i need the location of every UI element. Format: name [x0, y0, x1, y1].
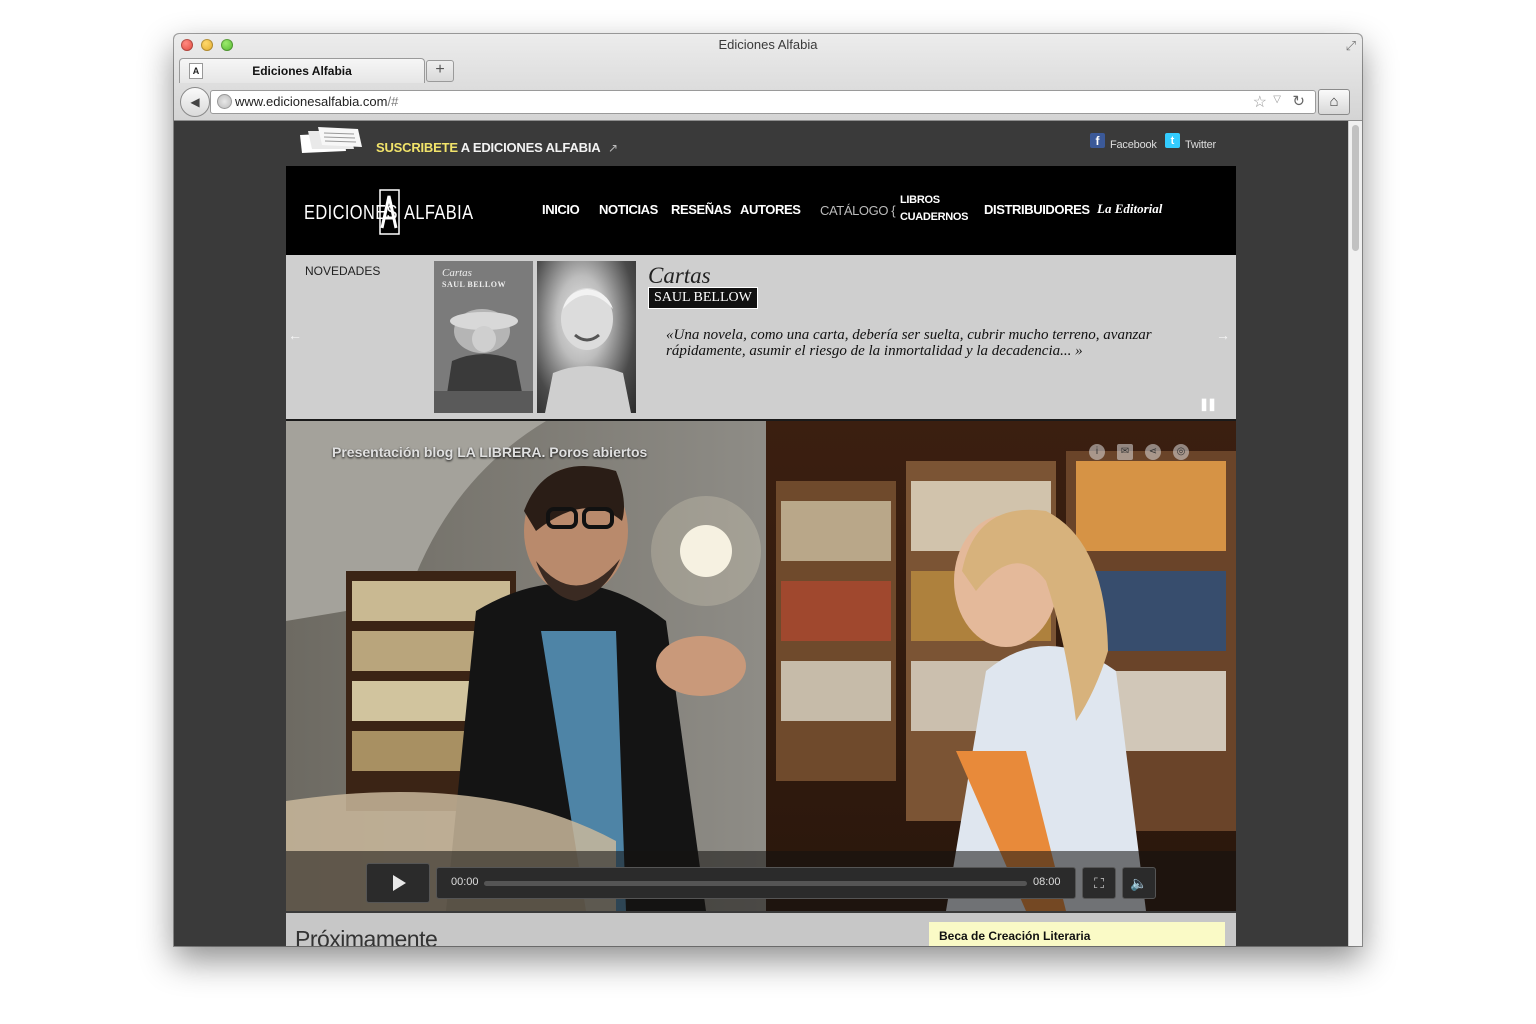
book-title[interactable]: Cartas	[648, 263, 711, 289]
browser-tab[interactable]: A Ediciones Alfabia	[179, 58, 425, 83]
slider-next-arrow-icon[interactable]: →	[1216, 327, 1230, 343]
newspaper-icon	[300, 127, 362, 153]
address-bar[interactable]: www.edicionesalfabia.com/# ☆ ▽ ↻	[210, 90, 1316, 114]
pause-icon[interactable]: ❚❚	[1199, 397, 1217, 411]
slider-prev-arrow-icon[interactable]: ←	[288, 327, 302, 343]
url-text[interactable]: www.edicionesalfabia.com/#	[235, 94, 398, 109]
video-frame	[286, 421, 1236, 911]
share-icon[interactable]: ⋖	[1145, 444, 1161, 460]
site-logo[interactable]: EDICIONES ALFABIA	[304, 180, 473, 240]
book-cover[interactable]: Cartas SAUL BELLOW	[434, 261, 533, 413]
play-icon	[393, 875, 406, 891]
page-scrollbar[interactable]	[1348, 121, 1362, 946]
seek-bar[interactable]: 00:00 08:00	[436, 867, 1076, 899]
url-path: /#	[387, 94, 399, 109]
current-time: 00:00	[451, 876, 479, 888]
subscribe-link[interactable]: SUSCRIBETE A EDICIONES ALFABIA	[376, 140, 601, 155]
nav-cuadernos[interactable]: CUADERNOS	[900, 211, 969, 223]
novedades-label: NOVEDADES	[305, 264, 381, 278]
twitter-link[interactable]: Twitter	[1185, 139, 1216, 151]
external-link-icon: ↗	[608, 141, 619, 155]
nav-catalogo[interactable]: CATÁLOGO {	[820, 203, 896, 218]
play-button[interactable]	[366, 863, 430, 903]
book-author: SAUL BELLOW	[648, 287, 758, 309]
page-viewport: SUSCRIBETE A EDICIONES ALFABIA ↗ f Faceb…	[174, 121, 1348, 946]
back-button[interactable]: ◀	[180, 87, 210, 117]
window-title: Ediciones Alfabia	[718, 37, 818, 52]
book-quote: «Una novela, como una carta, debería ser…	[666, 327, 1152, 359]
beca-label: Beca de Creación Literaria	[939, 929, 1091, 943]
author-photo	[537, 261, 636, 413]
section-title: Próximamente	[295, 926, 438, 946]
url-host: www.edicionesalfabia.com	[235, 94, 388, 109]
dropdown-icon[interactable]: ▽	[1273, 94, 1281, 105]
logo-word-right: ALFABIA	[404, 202, 474, 224]
volume-icon: 🔈	[1130, 875, 1148, 891]
nav-libros[interactable]: LIBROS	[900, 194, 940, 206]
nav-noticias[interactable]: NOTICIAS	[599, 202, 658, 217]
video-title: Presentación blog LA LIBRERA. Poros abie…	[332, 444, 648, 460]
nav-la-editorial[interactable]: La Editorial	[1097, 201, 1162, 217]
seek-track[interactable]	[484, 881, 1027, 886]
proximamente-section: Próximamente Beca de Creación Literaria	[286, 913, 1236, 946]
nav-resenas[interactable]: RESEÑAS	[671, 202, 731, 217]
tab-label: Ediciones Alfabia	[252, 64, 352, 78]
bookmark-star-icon[interactable]: ☆	[1253, 92, 1267, 112]
twitter-icon[interactable]: t	[1165, 133, 1180, 148]
author-portrait	[545, 288, 631, 413]
fullscreen-toggle-icon: ⛶	[1094, 875, 1104, 891]
logo-a-mark	[379, 189, 400, 235]
video-player[interactable]: Presentación blog LA LIBRERA. Poros abie…	[286, 419, 1236, 911]
info-icon[interactable]: i	[1089, 444, 1105, 460]
new-tab-button[interactable]: +	[426, 60, 454, 82]
back-arrow-icon: ◀	[190, 95, 200, 109]
main-navigation: EDICIONES ALFABIA INICIO NOTICIAS RESEÑA…	[286, 166, 1236, 255]
home-button[interactable]: ⌂	[1318, 89, 1350, 115]
cover-title: Cartas	[442, 267, 472, 279]
nav-inicio[interactable]: INICIO	[542, 202, 580, 217]
facebook-icon[interactable]: f	[1090, 133, 1105, 148]
subscribe-highlight: SUSCRIBETE	[376, 140, 458, 155]
fullscreen-icon[interactable]: ⤢	[1346, 38, 1356, 54]
volume-button[interactable]: 🔈	[1122, 867, 1156, 899]
video-duration: 08:00	[1033, 876, 1061, 888]
browser-titlebar: Ediciones Alfabia ⤢ A Ediciones Alfabia …	[174, 34, 1362, 121]
home-icon: ⌂	[1329, 93, 1339, 110]
cover-author: SAUL BELLOW	[442, 280, 506, 289]
embed-icon[interactable]: ◎	[1173, 444, 1189, 460]
nav-autores[interactable]: AUTORES	[740, 202, 801, 217]
beca-box[interactable]: Beca de Creación Literaria	[929, 922, 1225, 946]
subscribe-rest: A EDICIONES ALFABIA	[457, 140, 601, 155]
scrollbar-thumb[interactable]	[1352, 125, 1359, 251]
globe-icon	[217, 94, 232, 109]
fullscreen-button[interactable]: ⛶	[1082, 867, 1116, 899]
nav-distribuidores[interactable]: DISTRIBUIDORES	[984, 202, 1090, 217]
browser-window: Ediciones Alfabia ⤢ A Ediciones Alfabia …	[174, 34, 1362, 946]
email-icon[interactable]: ✉	[1117, 444, 1133, 460]
novedades-slider: NOVEDADES ← → Cartas SAUL BELLOW Cartas …	[286, 255, 1236, 419]
facebook-link[interactable]: Facebook	[1110, 139, 1157, 151]
reload-icon[interactable]: ↻	[1292, 92, 1305, 110]
